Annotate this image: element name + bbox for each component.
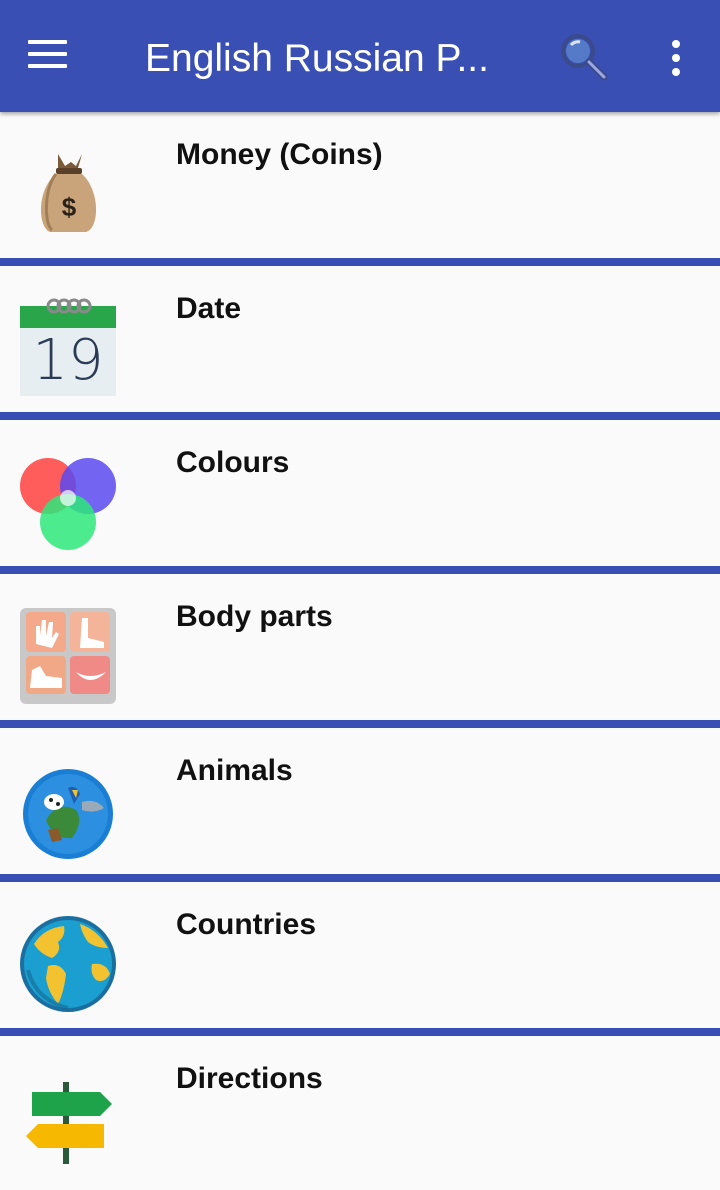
list-item-colours[interactable]: Colours [0, 420, 720, 574]
search-icon[interactable] [558, 32, 610, 82]
body-parts-icon [18, 606, 118, 706]
signpost-icon [18, 1068, 118, 1168]
svg-text:$: $ [62, 192, 77, 222]
list-item-countries[interactable]: Countries [0, 882, 720, 1036]
list-item-money[interactable]: $ Money (Coins) [0, 112, 720, 266]
hamburger-menu-icon[interactable] [28, 40, 68, 70]
color-circles-icon [18, 452, 118, 552]
list-item-label: Colours [176, 446, 290, 479]
list-item-label: Money (Coins) [176, 138, 383, 171]
earth-globe-icon [18, 914, 118, 1014]
list-item-label: Date [176, 292, 242, 325]
category-list: $ Money (Coins) 19 Date Colours Body par… [0, 112, 720, 1190]
list-item-animals[interactable]: Animals [0, 728, 720, 882]
calendar-day-number: 19 [32, 328, 104, 393]
animals-globe-icon [18, 760, 118, 860]
list-item-label: Body parts [176, 600, 333, 633]
calendar-icon: 19 [18, 298, 118, 398]
list-item-label: Directions [176, 1062, 323, 1095]
list-item-body-parts[interactable]: Body parts [0, 574, 720, 728]
list-item-label: Countries [176, 908, 317, 941]
list-item-date[interactable]: 19 Date [0, 266, 720, 420]
more-vert-icon[interactable] [662, 36, 690, 80]
app-bar: English Russian P... [0, 0, 720, 112]
app-title: English Russian P... [145, 37, 489, 80]
list-item-label: Animals [176, 754, 293, 787]
money-bag-icon: $ [18, 144, 118, 244]
list-item-directions[interactable]: Directions [0, 1036, 720, 1190]
